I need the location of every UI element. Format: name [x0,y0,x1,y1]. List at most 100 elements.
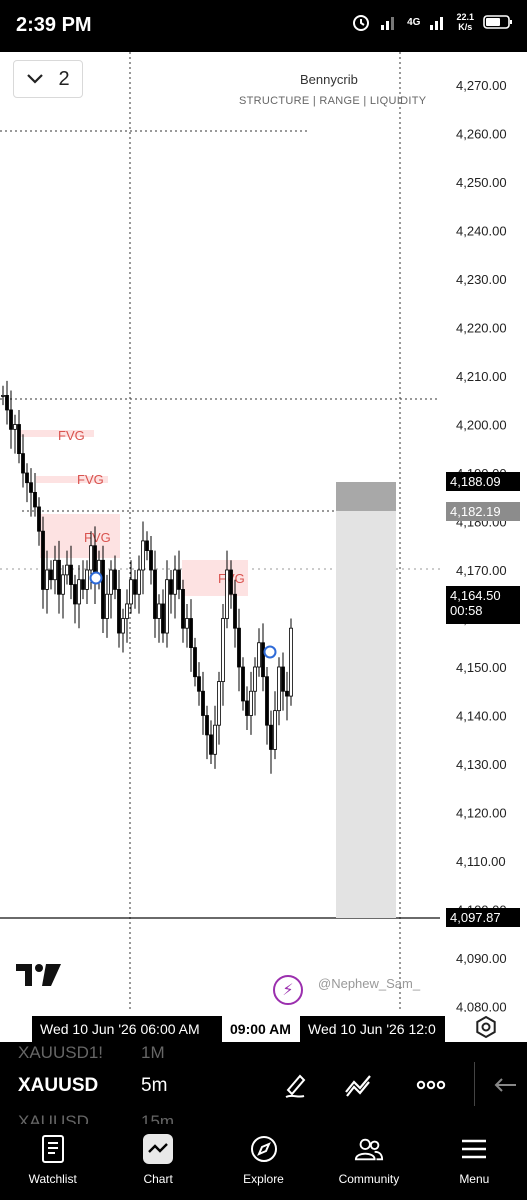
candle-body [69,564,73,585]
candle-body [133,579,137,595]
price-tag-upper: 4,188.09 [446,472,520,491]
bar-countdown: 00:58 [450,603,483,618]
signal-icon [381,17,395,30]
price-axis-label: 4,170.00 [456,563,507,578]
candle-body [193,647,197,678]
symbol-toolbar: XAUUSD1! 1M XAUUSD 5m XAUUSD 15m [0,1042,527,1124]
compass-icon [250,1136,277,1162]
candle-body [113,569,117,590]
fvg-label: FVG [58,428,85,443]
candle-body [161,603,165,634]
next-timeframe: 15m [141,1112,175,1124]
watchlist-icon [41,1135,64,1163]
candle-body [185,618,189,629]
tradingview-logo [16,964,61,986]
candle-body [169,579,173,595]
nav-explore[interactable]: Explore [211,1124,316,1200]
lightning-icon[interactable]: ⚡ [273,975,303,1005]
back-arrow-icon[interactable] [490,1070,520,1100]
gear-icon[interactable] [474,1015,498,1039]
candle-body [157,603,161,619]
price-tag-lower: 4,097.87 [446,908,520,927]
candle-body [105,593,109,619]
price-axis-label: 4,150.00 [456,660,507,675]
bottom-nav: Watchlist Chart Explore Community Menu [0,1124,527,1200]
candle-body [257,642,261,668]
price-axis-label: 4,240.00 [456,224,507,239]
candle-body [265,676,269,726]
candle-body [285,690,289,697]
candle-body [217,681,221,726]
candle-body [77,579,81,605]
nav-menu[interactable]: Menu [422,1124,527,1200]
price-axis-label: 4,260.00 [456,127,507,142]
prev-symbol: XAUUSD1! [18,1043,104,1062]
candle-body [53,559,57,581]
candle-body [85,569,89,590]
layout-count: 2 [58,67,70,90]
price-axis-label: 4,130.00 [456,757,507,772]
candle-body [89,545,93,571]
candle-body [225,569,229,619]
indicator-title[interactable]: Bennycrib [300,72,358,87]
candle-body [109,569,113,595]
candle-body [261,642,265,678]
drawing-tools-icon[interactable] [343,1070,373,1100]
candle-body [253,666,257,692]
price-axis-label: 4,230.00 [456,272,507,287]
candle-body [25,472,29,484]
candle-body [57,559,61,595]
network-type: 4G [407,16,421,28]
candle-body [17,424,21,455]
speed-unit: K/s [458,22,473,32]
price-axis-label: 4,250.00 [456,175,507,190]
price-tag-current: 4,164.50 00:58 [446,586,520,624]
more-icon[interactable] [416,1070,446,1100]
timeframe-selector[interactable]: 5m [141,1075,167,1097]
time-label-left: Wed 10 Jun '26 06:00 AM [32,1016,222,1042]
candle-body [173,569,177,595]
price-axis-label: 4,110.00 [456,854,506,869]
fvg-label: FVG [84,530,111,545]
candle-body [249,690,253,716]
time-axis[interactable]: Wed 10 Jun '26 06:00 AM 09:00 AM Wed 10 … [0,1012,527,1042]
candle-body [41,530,45,590]
signal-marker [89,571,103,585]
candle-body [237,627,241,668]
speed-value: 22.1 [456,12,474,22]
candle-body [213,724,217,755]
candle-body [229,569,233,595]
price-axis-label: 4,120.00 [456,806,507,821]
candle-body [125,603,129,619]
candle-body [209,734,213,755]
candle-body [65,564,69,576]
symbol-selector[interactable]: XAUUSD [18,1075,98,1097]
candle-body [137,569,141,595]
candle-body [269,724,273,750]
candle-body [273,710,277,750]
candle-body [101,559,105,619]
layout-toggle-button[interactable]: 2 [13,60,83,98]
price-axis-label: 4,210.00 [456,369,507,384]
status-time: 2:39 PM [16,14,92,36]
fvg-label: FVG [77,472,104,487]
chevron-down-icon [27,74,44,84]
price-axis-label: 4,090.00 [456,951,507,966]
nav-label: Explore [243,1172,284,1186]
pen-icon[interactable] [280,1070,310,1100]
candle-body [289,627,293,697]
price-chart[interactable]: FVGFVGFVGFVG 4,270.004,260.004,250.004,2… [0,52,527,1042]
menu-icon [462,1139,487,1159]
battery-icon [483,15,512,29]
nav-chart[interactable]: Chart [105,1124,210,1200]
candle-body [197,676,201,692]
candle-body [13,424,17,430]
chart-area[interactable]: FVGFVGFVGFVG 4,270.004,260.004,250.004,2… [0,52,527,1042]
alarm-icon [353,15,370,31]
nav-community[interactable]: Community [316,1124,421,1200]
candle-body [9,409,13,430]
nav-watchlist[interactable]: Watchlist [0,1124,105,1200]
range-zone [336,482,396,918]
candle-body [37,506,41,532]
candle-body [245,700,249,716]
